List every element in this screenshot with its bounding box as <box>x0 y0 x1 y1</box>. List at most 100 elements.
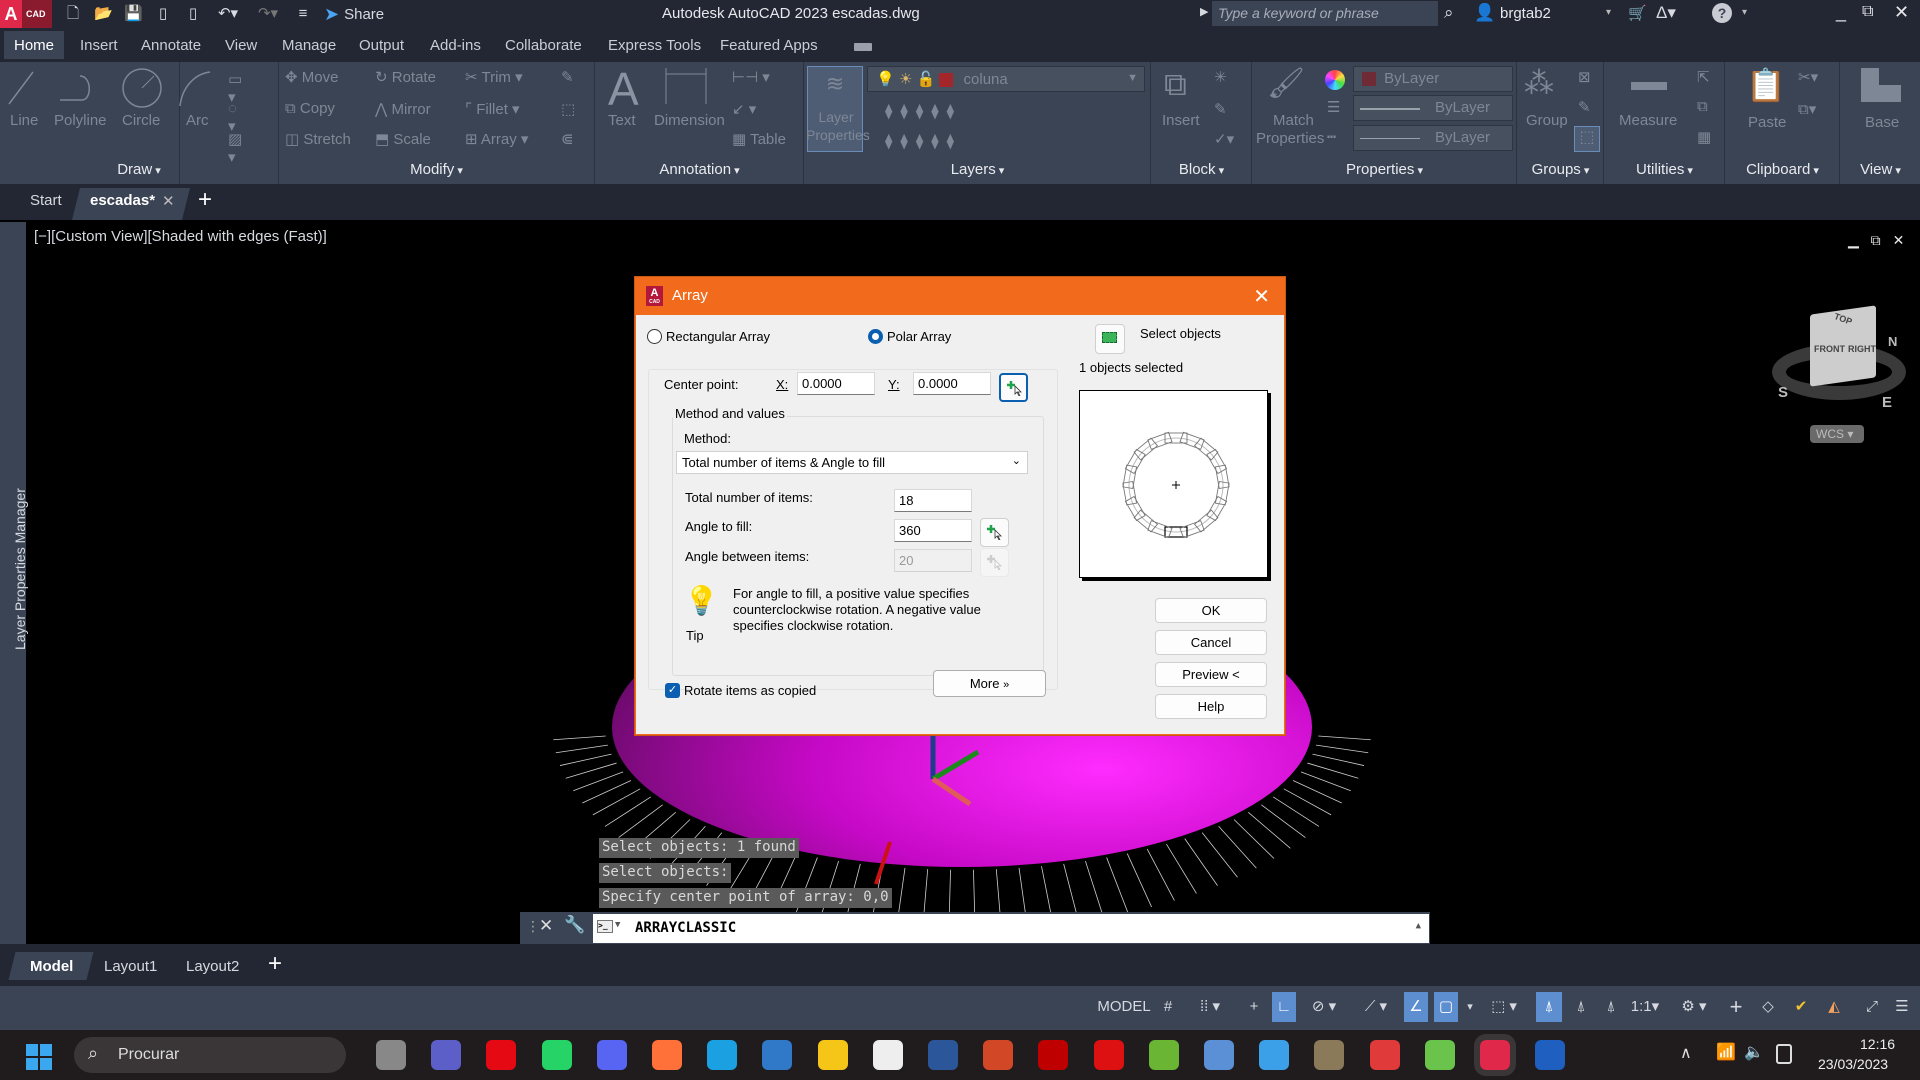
libreoffice-icon[interactable] <box>872 1040 903 1070</box>
search-input[interactable]: Type a keyword or phrase <box>1212 1 1438 26</box>
edit-block-icon[interactable]: ✎ <box>1214 100 1227 118</box>
clock-time[interactable]: 12:16 <box>1860 1036 1895 1052</box>
calculator-icon[interactable]: ▦ <box>1697 128 1711 146</box>
group-edit-icon[interactable]: ✎ <box>1578 98 1591 116</box>
ungroup-icon[interactable]: ⊠ <box>1578 68 1591 86</box>
battery-icon[interactable] <box>1776 1044 1792 1064</box>
panel-clipboard-title[interactable]: Clipboard <box>1726 160 1839 182</box>
stretch-button[interactable]: ◫ Stretch <box>285 130 351 148</box>
customization-menu-icon[interactable]: ☰ <box>1890 992 1914 1022</box>
leader-icon[interactable]: ↙ ▾ <box>732 100 756 118</box>
show-hidden-icons[interactable]: ∧ <box>1680 1043 1692 1063</box>
snap-icon[interactable]: ⁞⁞ ▾ <box>1190 992 1230 1022</box>
save-icon[interactable]: 💾 <box>124 5 143 23</box>
clean-screen-icon[interactable]: ⤢ <box>1860 992 1884 1022</box>
polar-tracking-icon[interactable]: ⊘ ▾ <box>1304 992 1344 1022</box>
tab-annotate[interactable]: Annotate <box>141 37 201 54</box>
powerpoint-icon[interactable] <box>983 1040 1014 1070</box>
block-attribute-icon[interactable]: ✓▾ <box>1214 130 1234 148</box>
user-icon[interactable]: 👤 <box>1474 3 1495 23</box>
dialog-title-bar[interactable]: A CAD Array ✕ <box>636 278 1284 315</box>
wifi-icon[interactable]: 📶 <box>1716 1042 1736 1062</box>
group-selection-icon[interactable]: ⬚ <box>1574 126 1600 152</box>
linear-dim-icon[interactable]: ⊢⊣ ▾ <box>732 68 770 86</box>
tab-model[interactable]: Model <box>30 958 73 975</box>
dimension-button[interactable]: Dimension <box>654 112 725 129</box>
offset-icon[interactable]: ⋐ <box>561 130 574 148</box>
help-button[interactable]: Help <box>1155 694 1267 719</box>
command-prompt-icon[interactable]: >_ <box>597 920 613 933</box>
customize-icon[interactable]: ≡ <box>294 5 312 23</box>
3d-object-snap-icon[interactable]: ⬚ ▾ <box>1484 992 1524 1022</box>
rotate-items-label[interactable]: Rotate items as copied <box>684 683 816 698</box>
customize-wrench-icon[interactable]: 🔧 <box>564 915 585 935</box>
select-all-icon[interactable]: ⧉ <box>1697 98 1708 115</box>
user-dropdown-icon[interactable]: ▾ <box>1606 7 1611 18</box>
viewcube-right[interactable]: RIGHT <box>1848 344 1876 354</box>
undo-icon[interactable]: ↶▾ <box>214 5 242 23</box>
workspace-gear-icon[interactable]: ⚙ ▾ <box>1674 992 1714 1022</box>
group-button[interactable]: Group <box>1526 112 1568 129</box>
minimize-icon[interactable]: _ <box>1836 2 1846 23</box>
rectangular-array-label[interactable]: Rectangular Array <box>666 329 770 344</box>
tab-insert[interactable]: Insert <box>80 37 118 54</box>
fillet-button[interactable]: ⌜ Fillet ▾ <box>465 100 520 118</box>
match-properties-button[interactable]: Match <box>1273 112 1314 129</box>
help-icon[interactable]: ? <box>1712 3 1732 23</box>
qgis-icon[interactable] <box>1148 1040 1179 1070</box>
ortho-icon[interactable]: ∟ <box>1272 992 1296 1022</box>
firefox-icon[interactable] <box>652 1040 682 1070</box>
isodraft-icon[interactable]: ⟋ ▾ <box>1356 992 1396 1022</box>
teams-meet-icon[interactable] <box>431 1040 462 1070</box>
panel-view-title[interactable]: View <box>1841 160 1920 182</box>
mirror-button[interactable]: ⋀ Mirror <box>375 100 431 118</box>
word-icon[interactable] <box>928 1040 958 1070</box>
paste-button[interactable]: Paste <box>1748 114 1786 131</box>
color-dropdown[interactable]: ByLayer <box>1353 66 1513 92</box>
cart-icon[interactable]: 🛒 <box>1628 4 1647 22</box>
windows-start-icon[interactable] <box>26 1044 52 1070</box>
command-history-toggle-icon[interactable]: ▲ <box>1416 921 1421 931</box>
app-green-icon[interactable] <box>1424 1040 1455 1070</box>
revit-red-icon[interactable] <box>1093 1040 1124 1070</box>
viewport-close-icon[interactable]: ✕ <box>1893 232 1905 248</box>
grid-icon[interactable]: # <box>1158 992 1178 1022</box>
panel-block-title[interactable]: Block <box>1152 160 1251 182</box>
erase-icon[interactable]: ✎ <box>561 68 574 86</box>
file-explorer-icon[interactable] <box>817 1040 848 1070</box>
command-close-icon[interactable]: ✕ <box>539 916 553 936</box>
preview-button[interactable]: Preview < <box>1155 662 1267 687</box>
tab-view[interactable]: View <box>225 37 257 54</box>
line-button[interactable]: Line <box>10 112 38 129</box>
close-icon[interactable]: ✕ <box>1894 2 1909 23</box>
rotate-items-checkbox[interactable]: ✓ <box>665 683 680 698</box>
tab-featured-apps[interactable]: Featured Apps <box>720 37 818 54</box>
linetype-dropdown[interactable]: ByLayer <box>1353 125 1513 151</box>
layer-tools-row-1-icon[interactable]: ⧫⧫⧫⧫⧫ <box>885 102 962 120</box>
virtualbox-icon[interactable] <box>1204 1040 1234 1070</box>
cut-icon[interactable]: ✂▾ <box>1798 68 1818 86</box>
quick-select-icon[interactable]: ⇱ <box>1697 68 1710 86</box>
search-icon[interactable]: ⌕ <box>1444 3 1454 23</box>
panel-groups-title[interactable]: Groups <box>1518 160 1603 182</box>
units-icon[interactable]: ◇ <box>1756 992 1780 1022</box>
method-select[interactable]: Total number of items & Angle to fill ⌄ <box>676 451 1028 474</box>
viewcube-front[interactable]: FRONT <box>1814 344 1845 354</box>
panel-layers-title[interactable]: Layers <box>805 160 1150 182</box>
panel-annotation-title[interactable]: Annotation <box>596 160 803 182</box>
copy-clip-icon[interactable]: ⧉▾ <box>1798 100 1816 118</box>
discord-icon[interactable] <box>596 1040 627 1070</box>
publish-icon[interactable]: ▯ <box>184 5 202 23</box>
annotation-scale-icon[interactable]: ⍋ <box>1598 992 1624 1022</box>
rotate-button[interactable]: ↻ Rotate <box>375 68 436 86</box>
volume-icon[interactable]: 🔈 <box>1744 1042 1764 1062</box>
close-tab-icon[interactable]: ✕ <box>162 192 175 210</box>
model-space-button[interactable]: MODEL <box>1094 992 1154 1022</box>
center-y-input[interactable]: 0.0000 <box>913 372 991 395</box>
panel-utilities-title[interactable]: Utilities <box>1605 160 1724 182</box>
add-layout-icon[interactable]: + <box>268 950 282 978</box>
annotation-visibility-icon[interactable]: ⍋ <box>1536 992 1562 1022</box>
dialog-close-icon[interactable]: ✕ <box>1253 284 1270 309</box>
thunderbird-icon[interactable] <box>762 1040 793 1070</box>
tab-add-ins[interactable]: Add-ins <box>430 37 481 54</box>
